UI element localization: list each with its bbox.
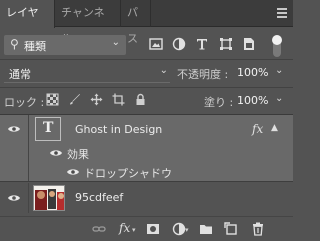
lock-artboard-icon[interactable] — [112, 93, 125, 106]
divider — [28, 143, 29, 162]
layer-style-icon[interactable]: fx — [119, 221, 130, 235]
delete-layer-icon[interactable] — [251, 222, 265, 236]
blend-mode-value: 通常 — [9, 68, 31, 81]
chevron-down-icon: ⌄ — [111, 37, 120, 48]
tab-channels[interactable]: チャンネル — [55, 0, 121, 45]
lock-row: ロック : 塗り : 100% ⌄ — [0, 89, 293, 111]
layers-footer: fx ▾ ▾ — [0, 216, 293, 241]
opacity-chevron-icon[interactable]: ⌄ — [275, 65, 283, 76]
adjustment-filter-icon[interactable] — [172, 37, 186, 51]
effect-name: ドロップシャドウ — [84, 167, 172, 180]
lock-all-icon[interactable] — [134, 93, 147, 106]
lock-position-icon[interactable] — [90, 93, 103, 106]
opacity-label: 不透明度 : — [177, 68, 229, 81]
new-layer-icon[interactable] — [224, 222, 238, 236]
effects-label: 効果 — [67, 148, 89, 161]
adjustment-layer-icon[interactable] — [172, 222, 186, 236]
lock-label: ロック : — [4, 96, 45, 109]
tab-layers[interactable]: レイヤー — [0, 0, 55, 45]
fill-chevron-icon[interactable]: ⌄ — [275, 93, 283, 104]
adjustment-dropdown-icon[interactable]: ▾ — [185, 226, 189, 234]
filter-kind-select[interactable]: ⚲ 種類 ⌄ — [4, 35, 126, 55]
divider — [0, 181, 293, 182]
fx-badge-icon[interactable]: fx — [252, 122, 263, 136]
fill-field[interactable]: 100% — [237, 94, 268, 107]
smart-object-filter-icon[interactable] — [242, 37, 256, 51]
tab-paths[interactable]: パス — [121, 0, 151, 45]
panel-tab-bar: レイヤー チャンネル パス — [0, 0, 293, 45]
blend-mode-select[interactable]: 通常 ⌄ — [4, 63, 170, 83]
image-layer-thumbnail[interactable] — [33, 185, 65, 211]
blend-row: 通常 ⌄ 不透明度 : 100% ⌄ — [0, 60, 293, 86]
image-filter-icon[interactable] — [149, 37, 163, 51]
collapse-effects-arrow-icon[interactable]: ▲ — [271, 123, 278, 133]
effect-row-drop-shadow[interactable]: ドロップシャドウ — [0, 162, 293, 181]
divider — [0, 87, 293, 88]
divider — [28, 183, 29, 213]
visibility-eye-icon[interactable] — [7, 124, 21, 134]
divider — [28, 115, 29, 143]
shape-filter-icon[interactable] — [219, 37, 233, 51]
divider — [28, 162, 29, 181]
layer-name[interactable]: 95cdfeef — [75, 191, 123, 204]
filter-kind-label: 種類 — [24, 40, 46, 53]
new-group-icon[interactable] — [199, 222, 213, 236]
lock-image-pixels-icon[interactable] — [68, 93, 81, 106]
effects-row[interactable]: 効果 — [0, 143, 293, 162]
layer-name[interactable]: Ghost in Design — [75, 123, 162, 136]
link-layers-icon[interactable] — [92, 222, 106, 236]
type-icon: T — [43, 120, 54, 136]
panel-menu-icon[interactable] — [277, 8, 287, 18]
effects-visibility-eye-icon[interactable] — [49, 148, 63, 158]
visibility-eye-icon[interactable] — [7, 193, 21, 203]
type-filter-icon[interactable] — [195, 37, 209, 51]
layer-style-dropdown-icon[interactable]: ▾ — [132, 226, 136, 234]
lock-transparent-pixels-icon[interactable] — [46, 93, 59, 106]
layers-list: T Ghost in Design fx ▲ 効果 ドロップシャドウ 95cdf… — [0, 114, 293, 214]
layer-row-image[interactable]: 95cdfeef — [0, 183, 293, 213]
filter-row: ⚲ 種類 ⌄ — [0, 30, 293, 58]
add-mask-icon[interactable] — [146, 222, 160, 236]
layers-panel: レイヤー チャンネル パス ⚲ 種類 ⌄ — [0, 0, 293, 241]
chevron-down-icon: ⌄ — [159, 65, 168, 76]
effect-visibility-eye-icon[interactable] — [66, 167, 80, 177]
layer-row-text[interactable]: T Ghost in Design fx ▲ — [0, 115, 293, 143]
fill-label: 塗り : — [204, 96, 234, 109]
opacity-field[interactable]: 100% — [237, 66, 268, 79]
search-icon: ⚲ — [10, 37, 19, 51]
text-layer-thumbnail[interactable]: T — [35, 117, 61, 141]
filter-toggle[interactable] — [272, 35, 282, 57]
